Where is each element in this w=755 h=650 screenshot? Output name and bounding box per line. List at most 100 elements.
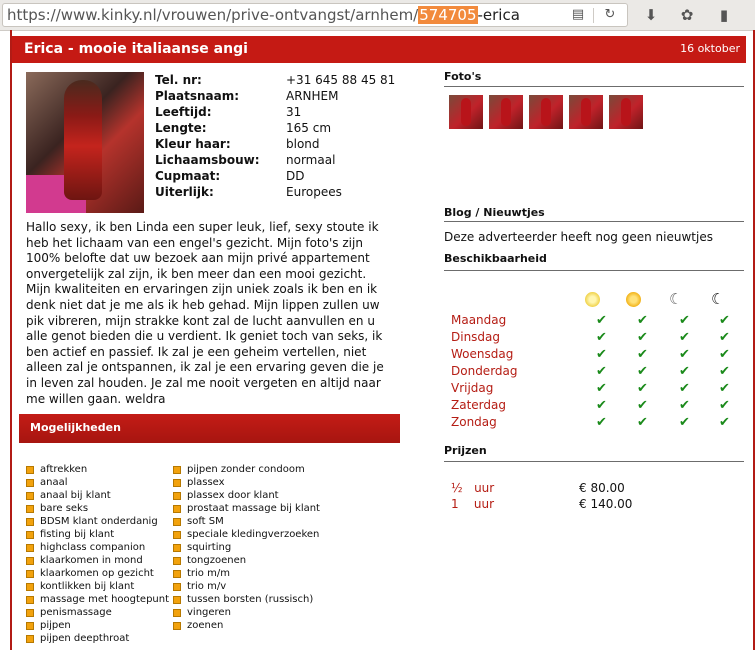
evening-moon-icon: ☾ [669, 290, 683, 308]
check-icon: ✔ [596, 313, 607, 328]
spec-value: DD [286, 169, 305, 183]
bullet-square-icon [26, 583, 34, 591]
check-icon: ✔ [719, 313, 730, 328]
mogelijkheid-item: pijpen zonder condoom [173, 463, 320, 476]
bullet-square-icon [26, 479, 34, 487]
profile-description: Hallo sexy, ik ben Linda een super leuk,… [26, 220, 384, 406]
spec-row: Plaatsnaam: ARNHEM [155, 88, 415, 104]
spec-label: Lengte: [155, 121, 207, 135]
profile-photo[interactable] [26, 72, 144, 213]
night-moon-icon: ☾ [711, 290, 725, 308]
download-icon[interactable]: ⬇ [641, 4, 661, 26]
photo-thumbnail[interactable] [569, 95, 603, 129]
photo-thumbnail[interactable] [529, 95, 563, 129]
afternoon-sun-icon [626, 292, 641, 307]
check-icon: ✔ [596, 381, 607, 396]
price-duration: ½ uur [451, 481, 495, 495]
extension-icon[interactable]: ✿ [677, 4, 697, 26]
availability-divider [444, 270, 744, 271]
spec-label: Uiterlijk: [155, 185, 214, 199]
spec-label: Plaatsnaam: [155, 89, 240, 103]
mogelijkheid-label: trio m/v [187, 581, 227, 592]
spec-row: Kleur haar: blond [155, 136, 415, 152]
bullet-square-icon [26, 531, 34, 539]
mogelijkheid-label: anaal bij klant [40, 490, 111, 501]
mogelijkheid-item: zoenen [173, 619, 320, 632]
mogelijkheid-label: fisting bij klant [40, 529, 115, 540]
profile-specs: Tel. nr: +31 645 88 45 81 Plaatsnaam: ARNHE… [155, 72, 415, 200]
url-bar[interactable]: https://www.kinky.nl/vrouwen/prive-ontva… [2, 3, 628, 27]
clipboard-icon[interactable]: ▮ [714, 4, 734, 26]
check-icon: ✔ [679, 415, 690, 430]
bullet-square-icon [173, 622, 181, 630]
check-icon: ✔ [596, 330, 607, 345]
bullet-square-icon [26, 570, 34, 578]
check-icon: ✔ [637, 313, 648, 328]
check-icon: ✔ [637, 330, 648, 345]
spec-value: ARNHEM [286, 89, 339, 103]
mogelijkheid-label: bare seks [40, 503, 89, 514]
bullet-square-icon [173, 596, 181, 604]
mogelijkheden-list-2: pijpen zonder condoom plassex plassex door… [173, 463, 320, 632]
listing-title-bar: Erica - mooie italiaanse angi 16 oktober [12, 36, 746, 63]
check-icon: ✔ [596, 415, 607, 430]
mogelijkheid-item: highclass companion [26, 541, 169, 554]
spec-row: Tel. nr: +31 645 88 45 81 [155, 72, 415, 88]
mogelijkheid-label: zoenen [187, 620, 224, 631]
bullet-square-icon [26, 505, 34, 513]
spec-value: normaal [286, 153, 336, 167]
blog-divider [444, 221, 744, 222]
spec-label: Tel. nr: [155, 73, 202, 87]
check-icon: ✔ [637, 347, 648, 362]
bullet-square-icon [173, 479, 181, 487]
mogelijkheid-item: anaal bij klant [26, 489, 169, 502]
spec-row: Uiterlijk: Europees [155, 184, 415, 200]
reader-icon[interactable]: ▤ [568, 7, 588, 23]
bullet-square-icon [26, 609, 34, 617]
check-icon: ✔ [719, 398, 730, 413]
mogelijkheden-header: Mogelijkheden [19, 414, 400, 443]
mogelijkheden-title: Mogelijkheden [30, 421, 121, 434]
photo-thumbnail[interactable] [449, 95, 483, 129]
mogelijkheid-label: BDSM klant onderdanig [40, 516, 158, 527]
bullet-square-icon [26, 492, 34, 500]
url-text[interactable]: https://www.kinky.nl/vrouwen/prive-ontva… [7, 6, 520, 24]
mogelijkheid-item: tussen borsten (russisch) [173, 593, 320, 606]
mogelijkheid-item: pijpen [26, 619, 169, 632]
mogelijkheid-item: klaarkomen in mond [26, 554, 169, 567]
bullet-square-icon [173, 466, 181, 474]
mogelijkheid-item: massage met hoogtepunt [26, 593, 169, 606]
blog-title: Blog / Nieuwtjes [444, 206, 545, 219]
photo-thumbnail[interactable] [609, 95, 643, 129]
day-label: Woensdag [451, 347, 514, 361]
bullet-square-icon [26, 635, 34, 643]
spec-row: Cupmaat: DD [155, 168, 415, 184]
day-label: Dinsdag [451, 330, 501, 344]
day-label: Zondag [451, 415, 497, 429]
bullet-square-icon [173, 531, 181, 539]
bullet-square-icon [26, 466, 34, 474]
mogelijkheid-label: kontlikken bij klant [40, 581, 135, 592]
check-icon: ✔ [637, 364, 648, 379]
photo-thumbnail[interactable] [489, 95, 523, 129]
check-icon: ✔ [596, 398, 607, 413]
mogelijkheid-label: highclass companion [40, 542, 146, 553]
mogelijkheid-label: trio m/m [187, 568, 230, 579]
day-label: Vrijdag [451, 381, 494, 395]
spec-label: Cupmaat: [155, 169, 221, 183]
mogelijkheid-item: anaal [26, 476, 169, 489]
mogelijkheid-item: aftrekken [26, 463, 169, 476]
mogelijkheid-label: speciale kledingverzoeken [187, 529, 320, 540]
mogelijkheid-label: plassex [187, 477, 225, 488]
price-value: € 140.00 [579, 497, 633, 511]
check-icon: ✔ [679, 347, 690, 362]
blog-text: Deze adverteerder heeft nog geen nieuwtj… [444, 230, 713, 244]
availability-title: Beschikbaarheid [444, 252, 547, 265]
spec-row: Leeftijd: 31 [155, 104, 415, 120]
spec-label: Lichaamsbouw: [155, 153, 260, 167]
mogelijkheid-item: fisting bij klant [26, 528, 169, 541]
bullet-square-icon [173, 544, 181, 552]
mogelijkheid-label: klaarkomen op gezicht [40, 568, 154, 579]
spec-row: Lichaamsbouw: normaal [155, 152, 415, 168]
reload-icon[interactable]: ↻ [600, 7, 620, 23]
